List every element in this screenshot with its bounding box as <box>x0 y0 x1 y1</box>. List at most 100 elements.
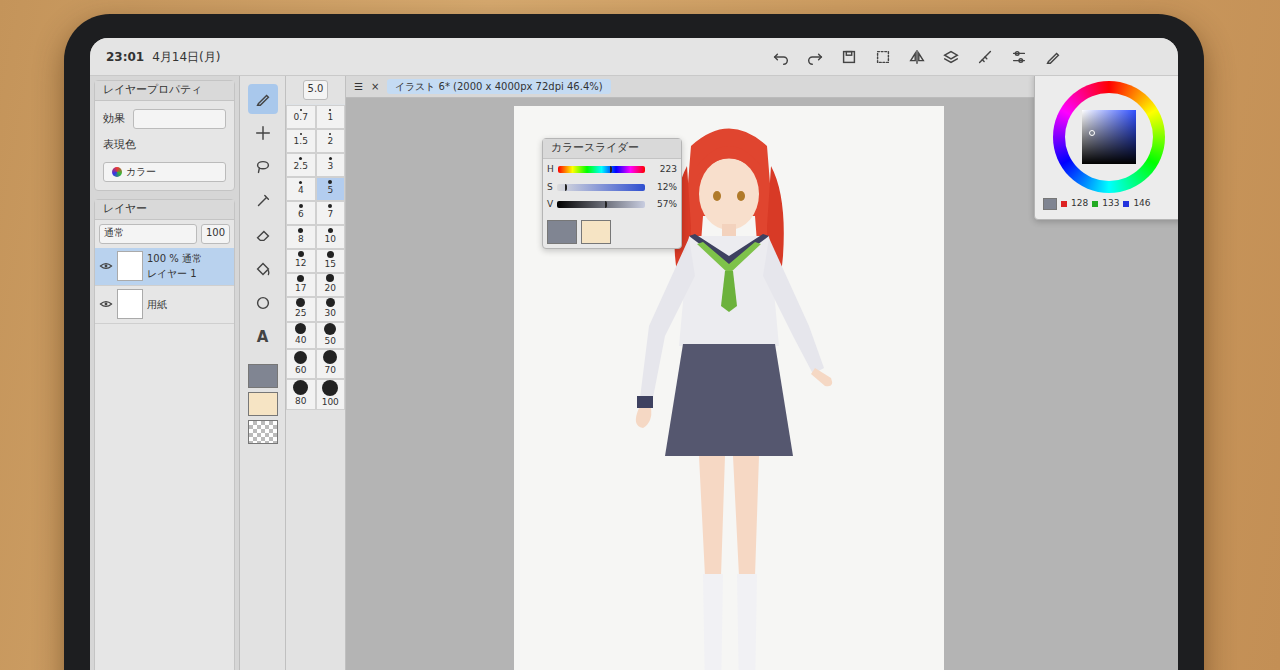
brush-size-label: 25 <box>295 307 306 321</box>
brush-size-label: 10 <box>325 233 336 247</box>
layer-row[interactable]: 100 % 通常レイヤー 1 <box>95 248 234 286</box>
slider-value[interactable]: 223 <box>649 163 677 177</box>
selection-button[interactable] <box>870 44 896 70</box>
brush-size-item[interactable]: 3 <box>316 153 346 177</box>
brush-size-item[interactable]: 6 <box>286 201 316 225</box>
color-marker <box>1089 130 1095 136</box>
slider-row: V57% <box>547 198 677 212</box>
opacity-field[interactable]: 100 <box>201 224 230 244</box>
color-wheel[interactable] <box>1053 81 1165 193</box>
flip-button[interactable] <box>904 44 930 70</box>
brush-dot <box>294 351 307 364</box>
ruler-button[interactable] <box>972 44 998 70</box>
brush-size-item[interactable]: 8 <box>286 225 316 249</box>
slider-value[interactable]: 57% <box>649 198 677 212</box>
canvas-area: ☰ × イラスト 6* (2000 x 4000px 72dpi 46.4%) カラー… <box>346 76 1178 670</box>
menu-button[interactable]: ☰ <box>354 79 363 94</box>
panel-header: カラースライダー <box>543 139 681 159</box>
brush-size-label: 80 <box>295 395 306 409</box>
brush-size-label: 1 <box>327 111 333 125</box>
layer-thumbnail <box>117 251 143 281</box>
brush-size-item[interactable]: 7 <box>316 201 346 225</box>
brush-size-item[interactable]: 1.5 <box>286 129 316 153</box>
tool-glyph: A <box>257 326 269 349</box>
color-mode-value: カラー <box>126 164 156 179</box>
sub-color-swatch[interactable] <box>248 392 278 416</box>
settings-button[interactable] <box>1006 44 1032 70</box>
pen-button[interactable] <box>1040 44 1066 70</box>
tool-button[interactable] <box>248 84 278 114</box>
slider-value[interactable]: 12% <box>649 181 677 195</box>
brush-size-label: 0.7 <box>294 111 308 125</box>
brush-size-item[interactable]: 4 <box>286 177 316 201</box>
brush-size-item[interactable]: 5 <box>316 177 346 201</box>
blend-mode-field[interactable]: 通常 <box>99 224 197 244</box>
slider-track[interactable] <box>557 201 645 208</box>
tool-button[interactable] <box>248 220 278 250</box>
brush-size-item[interactable]: 10 <box>316 225 346 249</box>
r-channel-icon <box>1061 201 1067 207</box>
toolbar <box>768 44 1114 70</box>
tool-button[interactable] <box>248 152 278 182</box>
slider-track[interactable] <box>557 184 645 191</box>
slider-track[interactable] <box>558 166 645 173</box>
lasso-tool-icon <box>254 158 272 176</box>
brush-size-value[interactable]: 5.0 <box>303 80 329 100</box>
status-date: 4月14日(月) <box>152 48 220 66</box>
undo-button[interactable] <box>768 44 794 70</box>
brush-size-item[interactable]: 30 <box>316 297 346 322</box>
brush-size-item[interactable]: 15 <box>316 249 346 273</box>
tool-button[interactable] <box>248 118 278 148</box>
color-square[interactable] <box>1082 110 1136 164</box>
redo-button[interactable] <box>802 44 828 70</box>
selection-icon <box>874 48 892 66</box>
document-tab[interactable]: イラスト 6* (2000 x 4000px 72dpi 46.4%) <box>387 79 610 94</box>
brush-size-grid: 0.7 1 1.52 2.5 345678 10 12151720 25 30405060 70 8… <box>286 105 345 410</box>
brush-size-item[interactable]: 2 <box>316 129 346 153</box>
brush-size-item[interactable]: 100 <box>316 379 346 411</box>
pen-tool-icon <box>254 90 272 108</box>
main-color-swatch[interactable] <box>248 364 278 388</box>
color-wheel-panel: 128133146 <box>1034 76 1178 220</box>
brush-dot <box>324 323 336 335</box>
brush-size-label: 2.5 <box>294 160 308 174</box>
save-icon <box>840 48 858 66</box>
tool-button[interactable] <box>248 288 278 318</box>
brush-size-label: 70 <box>325 364 336 378</box>
brush-dot <box>326 298 335 307</box>
layers-button[interactable] <box>938 44 964 70</box>
brush-size-item[interactable]: 25 <box>286 297 316 322</box>
layer-row[interactable]: 用紙 <box>95 286 234 324</box>
brush-size-item[interactable]: 12 <box>286 249 316 273</box>
slider-fill <box>557 201 607 208</box>
panel-body: H223S12%V57% <box>543 159 681 248</box>
eye-icon[interactable] <box>99 259 113 273</box>
brush-size-item[interactable]: 70 <box>316 349 346 379</box>
color-mode-field[interactable]: カラー <box>103 162 226 182</box>
brush-size-item[interactable]: 1 <box>316 105 346 129</box>
undo-icon <box>772 48 790 66</box>
brush-dot <box>299 204 303 208</box>
tool-button[interactable] <box>248 186 278 216</box>
eye-icon[interactable] <box>99 297 113 311</box>
brush-size-item[interactable]: 0.7 <box>286 105 316 129</box>
brush-size-item[interactable]: 20 <box>316 273 346 297</box>
effect-buttons[interactable] <box>133 109 226 129</box>
brush-size-item[interactable]: 2.5 <box>286 153 316 177</box>
tool-button[interactable] <box>248 254 278 284</box>
close-button[interactable]: × <box>371 79 379 94</box>
brush-size-item[interactable]: 40 <box>286 322 316 350</box>
brush-size-item[interactable]: 50 <box>316 322 346 350</box>
brush-size-item[interactable]: 17 <box>286 273 316 297</box>
status-time: 23:01 <box>106 48 144 66</box>
brush-size-item[interactable]: 80 <box>286 379 316 411</box>
save-button[interactable] <box>836 44 862 70</box>
brush-dot <box>295 323 306 334</box>
tool-button[interactable]: A <box>248 322 278 352</box>
g-value: 133 <box>1102 197 1119 211</box>
brush-size-item[interactable]: 60 <box>286 349 316 379</box>
slider-swatches <box>547 220 677 244</box>
transparent-swatch[interactable] <box>248 420 278 444</box>
sub-color-preview <box>581 220 611 244</box>
layer-thumbnail <box>117 289 143 319</box>
